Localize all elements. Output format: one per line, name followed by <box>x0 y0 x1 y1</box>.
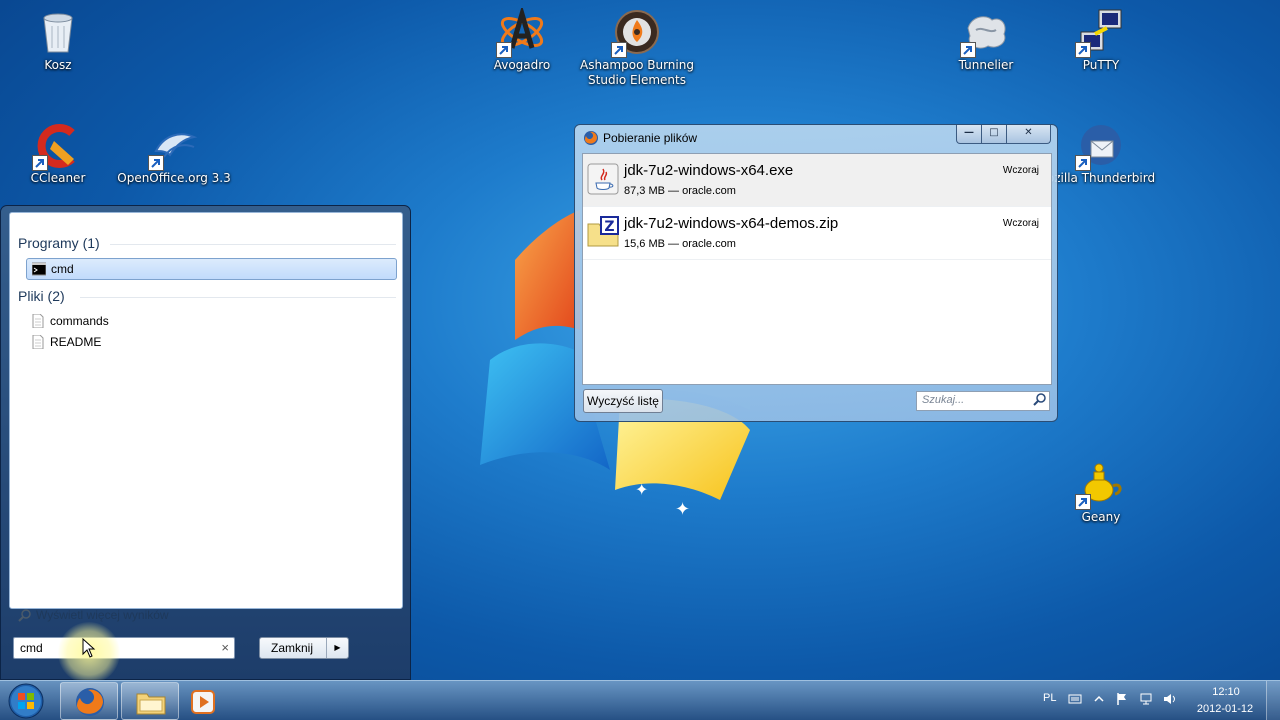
downloads-list: jdk-7u2-windows-x64.exe 87,3 MB — oracle… <box>582 153 1052 385</box>
search-result-commands[interactable]: commands <box>26 311 397 333</box>
search-result-label: cmd <box>51 262 74 276</box>
show-hidden-icons-icon[interactable] <box>1092 692 1106 706</box>
maximize-button[interactable]: □ <box>982 125 1007 144</box>
desktop-icon-label: Kosz <box>44 58 72 72</box>
explorer-icon <box>136 693 166 715</box>
download-time: Wczoraj <box>1002 218 1039 229</box>
shutdown-button[interactable]: Zamknij ▶ <box>259 637 349 659</box>
shutdown-label: Zamknij <box>271 641 314 655</box>
download-item[interactable]: Z jdk-7u2-windows-x64-demos.zip 15,6 MB … <box>583 207 1051 260</box>
volume-icon[interactable] <box>1163 692 1177 706</box>
input-language-indicator[interactable]: PL <box>1043 692 1056 704</box>
shortcut-arrow-icon <box>496 42 512 58</box>
taskbar-media-player-button[interactable] <box>182 682 222 720</box>
shortcut-arrow-icon <box>611 42 627 58</box>
recycle-bin-icon <box>43 13 73 53</box>
search-results-panel: Programy (1) cmd Pliki (2) commands READ… <box>9 212 403 622</box>
search-input-value: cmd <box>20 641 43 655</box>
download-filename: jdk-7u2-windows-x64-demos.zip <box>624 215 839 232</box>
shortcut-arrow-icon <box>1075 155 1091 171</box>
desktop-icon-geany[interactable]: Geany <box>1041 460 1161 525</box>
desktop-icon-recycle-bin[interactable]: Kosz <box>0 8 118 73</box>
desktop-icon-label: PuTTY <box>1082 58 1120 72</box>
taskbar-explorer-button[interactable] <box>121 682 179 720</box>
clear-list-button[interactable]: Wyczyść listę <box>583 389 663 413</box>
minimize-button[interactable]: — <box>956 125 982 144</box>
shortcut-arrow-icon <box>1075 494 1091 510</box>
desktop-icon-avogadro[interactable]: Avogadro <box>462 5 582 73</box>
desktop-icon-putty[interactable]: PuTTY <box>1041 8 1161 73</box>
clock-date[interactable]: 2012-01-12 <box>1190 703 1260 715</box>
keyboard-icon[interactable] <box>1068 692 1082 706</box>
zip-icon: Z <box>587 216 619 247</box>
desktop-icon-label: ozilla Thunderbird <box>1046 171 1156 185</box>
desktop-icon-label: Avogadro <box>493 58 551 72</box>
downloads-search-input[interactable]: Szukaj... <box>916 391 1050 411</box>
taskbar-firefox-button[interactable] <box>60 682 118 720</box>
files-group-header: Pliki (2) <box>18 288 65 304</box>
search-result-cmd[interactable]: cmd <box>26 258 397 280</box>
group-divider <box>80 297 396 298</box>
network-icon[interactable] <box>1139 692 1153 706</box>
desktop-icon-label: Ashampoo Burning Studio Elements <box>580 58 694 87</box>
download-item[interactable]: jdk-7u2-windows-x64.exe 87,3 MB — oracle… <box>583 154 1051 207</box>
shutdown-options-arrow-icon[interactable]: ▶ <box>326 638 348 658</box>
document-icon <box>32 314 44 328</box>
desktop-icon-label: Tunnelier <box>958 58 1014 72</box>
shortcut-arrow-icon <box>960 42 976 58</box>
start-search-input[interactable]: cmd × <box>13 637 235 659</box>
taskbar <box>0 680 1280 720</box>
desktop-icon-thunderbird[interactable]: ozilla Thunderbird <box>1041 121 1161 186</box>
more-results-label: Wyświetl więcej wyników <box>36 608 169 622</box>
search-placeholder: Szukaj... <box>922 394 965 406</box>
search-result-label: commands <box>50 314 109 328</box>
programs-group-header: Programy (1) <box>18 235 100 251</box>
desktop-icon-label: Geany <box>1081 510 1121 524</box>
start-button[interactable] <box>6 682 46 720</box>
media-player-icon <box>191 690 215 714</box>
firefox-icon <box>76 688 104 716</box>
show-desktop-button[interactable] <box>1266 681 1280 720</box>
svg-text:✦: ✦ <box>675 499 690 520</box>
downloads-window: Pobieranie plików — □ ✕ jdk-7u2-windows-… <box>574 124 1058 422</box>
search-icon[interactable] <box>1033 393 1046 406</box>
group-divider <box>110 244 396 245</box>
document-icon <box>32 335 44 349</box>
shortcut-arrow-icon <box>148 155 164 171</box>
desktop-icon-label: OpenOffice.org 3.3 <box>117 171 231 185</box>
desktop-icon-label: CCleaner <box>30 171 86 185</box>
desktop-icon-ccleaner[interactable]: CCleaner <box>0 121 118 186</box>
java-icon <box>587 163 619 195</box>
window-title: Pobieranie plików <box>603 131 698 145</box>
clear-search-icon[interactable]: × <box>221 640 229 655</box>
download-meta: 15,6 MB — oracle.com <box>624 238 736 250</box>
desktop-icon-tunnelier[interactable]: Tunnelier <box>926 8 1046 73</box>
download-time: Wczoraj <box>1002 165 1039 176</box>
magnifier-icon <box>18 609 31 622</box>
download-filename: jdk-7u2-windows-x64.exe <box>624 162 794 179</box>
mouse-cursor-icon <box>82 638 96 658</box>
search-result-label: README <box>50 335 102 349</box>
desktop-icon-ashampoo[interactable]: Ashampoo Burning Studio Elements <box>577 8 697 88</box>
action-center-flag-icon[interactable] <box>1115 692 1129 706</box>
svg-text:Z: Z <box>604 219 614 235</box>
close-button[interactable]: ✕ <box>1007 125 1051 144</box>
firefox-icon <box>584 131 598 145</box>
desktop-icon-openoffice[interactable]: OpenOffice.org 3.3 <box>114 121 234 186</box>
cmd-icon <box>32 262 46 276</box>
search-result-readme[interactable]: README <box>26 332 397 354</box>
shortcut-arrow-icon <box>32 155 48 171</box>
download-meta: 87,3 MB — oracle.com <box>624 185 736 197</box>
clock-time[interactable]: 12:10 <box>1196 686 1256 698</box>
window-titlebar[interactable]: Pobieranie plików — □ ✕ <box>575 125 1057 151</box>
shortcut-arrow-icon <box>1075 42 1091 58</box>
svg-text:✦: ✦ <box>635 480 648 499</box>
start-menu: Programy (1) cmd Pliki (2) commands READ… <box>0 205 411 680</box>
